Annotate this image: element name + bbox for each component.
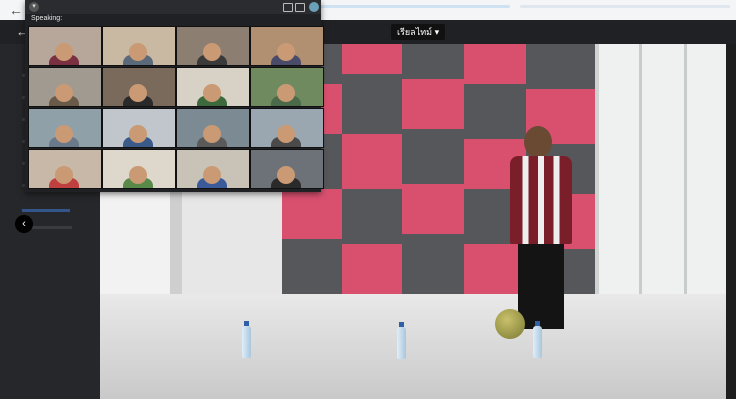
chevron-down-icon[interactable]: ▾: [29, 2, 39, 12]
participant-tile[interactable]: [176, 149, 250, 189]
participant-face: [129, 125, 147, 143]
participant-face: [55, 166, 73, 184]
participant-face: [55, 43, 73, 61]
participant-face: [277, 84, 295, 102]
participant-face: [277, 43, 295, 61]
pip-icon[interactable]: [295, 3, 305, 12]
participant-tile[interactable]: [28, 149, 102, 189]
window: [595, 44, 726, 334]
window-frame: [684, 44, 687, 334]
football: [495, 309, 525, 339]
instructor: [508, 126, 578, 336]
participant-face: [129, 166, 147, 184]
water-bottle: [242, 321, 251, 358]
wall-panel: [402, 44, 464, 294]
participant-tile[interactable]: [28, 108, 102, 148]
participant-tile[interactable]: [102, 149, 176, 189]
participant-face: [129, 84, 147, 102]
participant-face: [203, 43, 221, 61]
participant-tile[interactable]: [250, 149, 324, 189]
water-bottle: [533, 321, 542, 358]
participant-face: [203, 166, 221, 184]
participant-face: [129, 43, 147, 61]
participant-face: [203, 84, 221, 102]
participant-tile[interactable]: [102, 26, 176, 66]
participant-face: [277, 125, 295, 143]
window-frame: [639, 44, 642, 334]
browser-back-button[interactable]: ←: [8, 2, 24, 18]
chevron-down-icon: ▾: [434, 27, 440, 37]
participant-face: [55, 84, 73, 102]
instructor-shirt: [510, 156, 572, 244]
participant-tile[interactable]: [102, 108, 176, 148]
participants-grid-panel: ▾ Speaking:: [25, 0, 324, 192]
participant-tile[interactable]: [28, 67, 102, 107]
quality-label: เรียลไทม์: [397, 27, 433, 37]
participant-tile[interactable]: [250, 67, 324, 107]
participant-face: [55, 125, 73, 143]
quality-selector[interactable]: เรียลไทม์ ▾: [391, 24, 446, 40]
participant-tile[interactable]: [176, 108, 250, 148]
instructor-head: [524, 126, 552, 158]
grid-view-icon[interactable]: [283, 3, 293, 12]
participant-tile[interactable]: [250, 108, 324, 148]
speaking-label: Speaking:: [31, 15, 63, 22]
water-bottle: [397, 322, 406, 359]
participant-face: [203, 125, 221, 143]
participant-tile[interactable]: [102, 67, 176, 107]
toolbar-strip: [520, 5, 730, 8]
instructor-legs: [518, 244, 564, 329]
wall-panel: [342, 44, 402, 294]
participants-header: ▾: [25, 0, 321, 14]
side-panel-line: [22, 209, 70, 212]
avatar[interactable]: [309, 2, 319, 12]
participant-tile[interactable]: [176, 67, 250, 107]
participant-tile[interactable]: [28, 26, 102, 66]
collapse-panel-button[interactable]: ‹: [15, 215, 33, 233]
participant-tile[interactable]: [250, 26, 324, 66]
participant-tile[interactable]: [176, 26, 250, 66]
floor: [100, 294, 726, 399]
participant-face: [277, 166, 295, 184]
